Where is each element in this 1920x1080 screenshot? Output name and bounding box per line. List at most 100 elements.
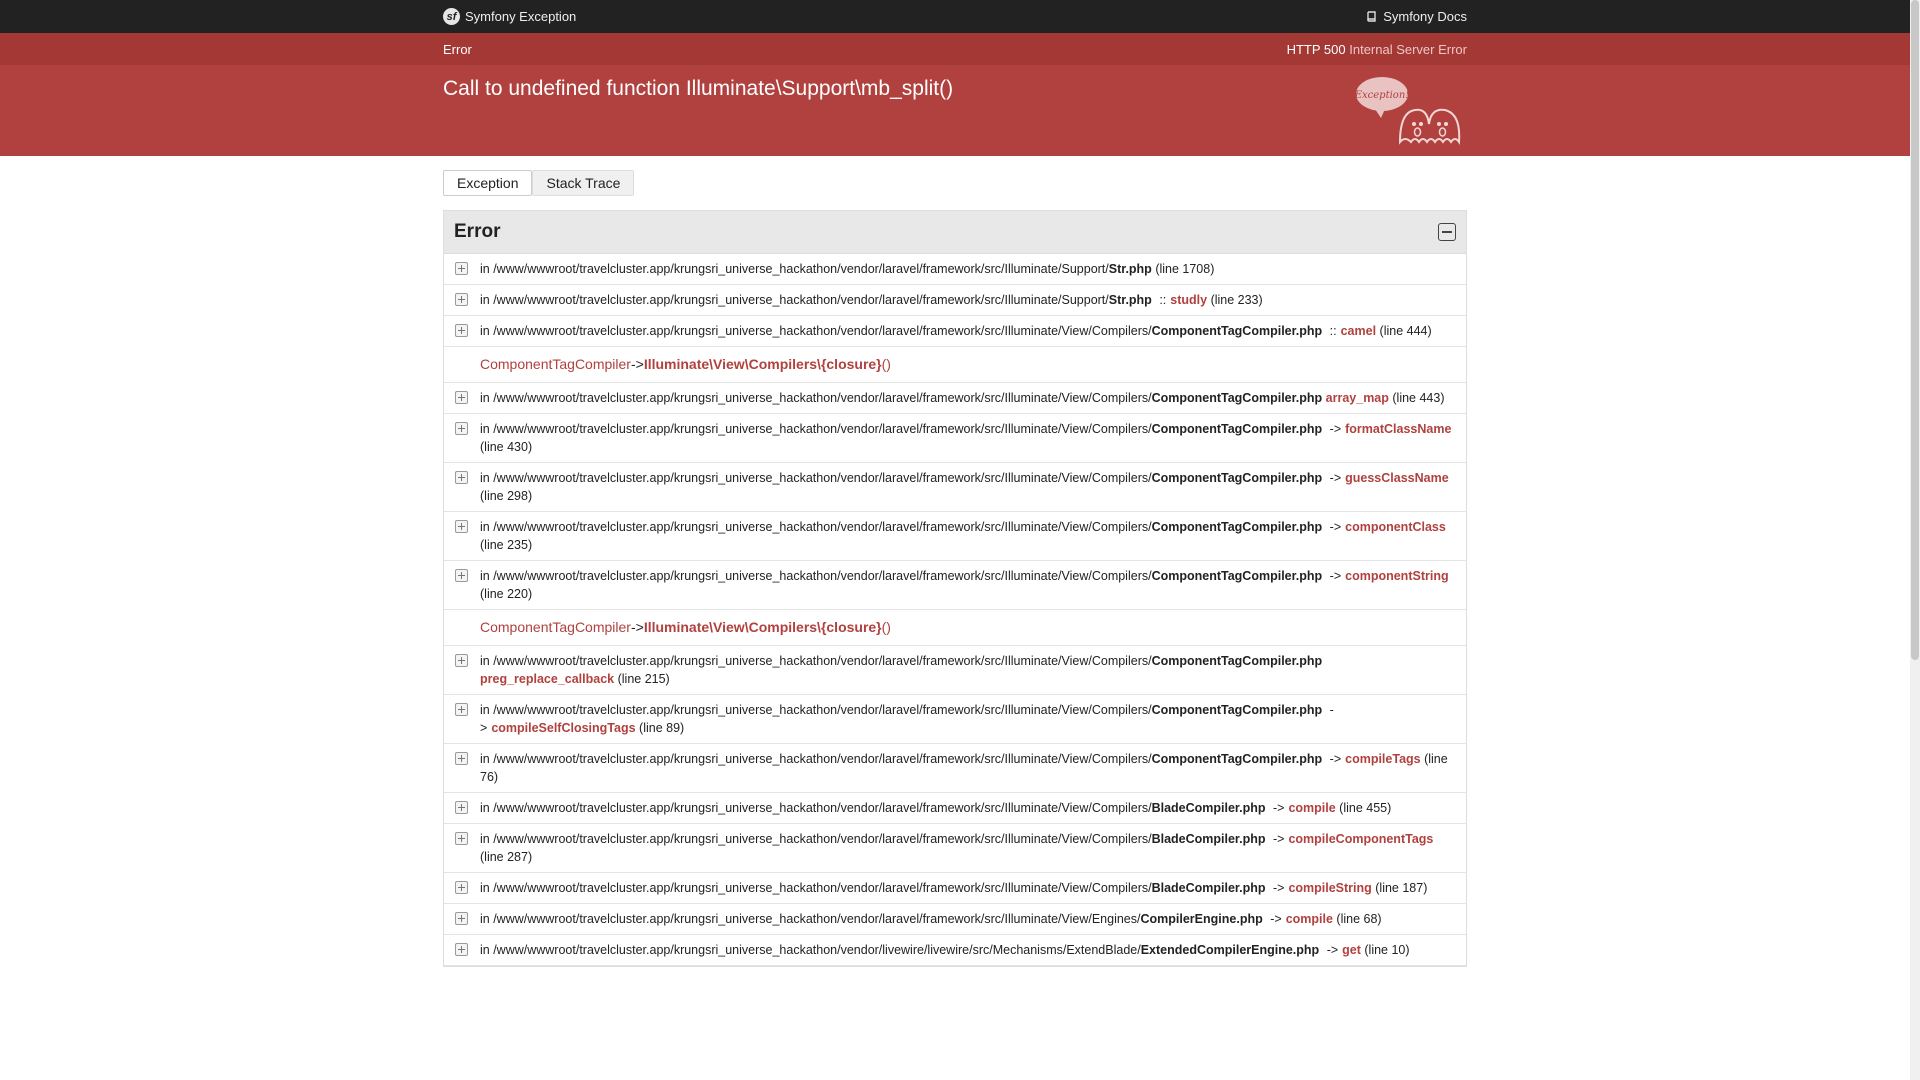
page-scrollbar[interactable] (1910, 0, 1920, 1080)
expand-icon[interactable] (455, 422, 468, 435)
file-path-base: in /www/wwwroot/travelcluster.app/krungs… (480, 422, 1062, 436)
trace-row: ComponentTagCompiler->Illuminate\View\Co… (444, 347, 1466, 383)
file-path-base: in /www/wwwroot/travelcluster.app/krungs… (480, 801, 1062, 815)
trace-row: in /www/wwwroot/travelcluster.app/krungs… (444, 646, 1466, 695)
function-name: compile (1288, 801, 1336, 815)
closure-class: ComponentTagCompiler (480, 356, 631, 372)
closure-args: () (881, 619, 891, 635)
file-name: Str.php (1108, 293, 1152, 307)
trace-panel: Error in /www/wwwroot/travelcluster.app/… (443, 210, 1467, 967)
trace-row: in /www/wwwroot/travelcluster.app/krungs… (444, 744, 1466, 793)
expand-icon[interactable] (455, 262, 468, 275)
function-name: array_map (1325, 391, 1389, 405)
trace-row: in /www/wwwroot/travelcluster.app/krungs… (444, 316, 1466, 347)
file-path-dir: View/Compilers/ (1061, 324, 1152, 338)
file-path-dir: Support/ (1061, 262, 1109, 276)
call-separator: -> (1329, 569, 1342, 583)
expand-icon[interactable] (455, 752, 468, 765)
trace-row: in /www/wwwroot/travelcluster.app/krungs… (444, 824, 1466, 873)
file-path-dir: View/Compilers/ (1061, 471, 1152, 485)
expand-icon[interactable] (455, 471, 468, 484)
file-path-dir: View/Compilers/ (1061, 881, 1152, 895)
expand-icon[interactable] (455, 832, 468, 845)
collapse-icon[interactable] (1438, 223, 1456, 241)
expand-icon[interactable] (455, 569, 468, 582)
expand-icon[interactable] (455, 943, 468, 956)
top-header: sf Symfony Exception Symfony Docs (0, 0, 1920, 33)
line-number: (line 443) (1392, 391, 1445, 405)
file-path-base: in /www/wwwroot/travelcluster.app/krungs… (480, 569, 1062, 583)
file-path-base: in /www/wwwroot/travelcluster.app/krungs… (480, 520, 1062, 534)
line-number: (line 220) (480, 587, 533, 601)
expand-icon[interactable] (455, 801, 468, 814)
call-separator: -> (1272, 801, 1285, 815)
symfony-logo-icon: sf (443, 8, 460, 25)
file-path-dir: View/Compilers/ (1061, 703, 1152, 717)
expand-icon[interactable] (455, 391, 468, 404)
scrollbar-thumb[interactable] (1911, 0, 1919, 660)
function-name: preg_replace_callback (480, 672, 615, 686)
line-number: (line 233) (1210, 293, 1263, 307)
file-path-base: in /www/wwwroot/travelcluster.app/krungs… (480, 832, 1062, 846)
line-number: (line 187) (1375, 881, 1428, 895)
trace-title: Error (454, 221, 501, 242)
function-name: get (1342, 943, 1361, 957)
file-path-base: in /www/wwwroot/travelcluster.app/krungs… (480, 703, 1062, 717)
trace-rows: in /www/wwwroot/travelcluster.app/krungs… (444, 254, 1466, 966)
file-path-dir: View/Engines/ (1061, 912, 1141, 926)
file-path: in /www/wwwroot/travelcluster.app/krungs… (480, 943, 1141, 957)
line-number: (line 455) (1339, 801, 1392, 815)
exception-summary: Error HTTP 500 Internal Server Error Cal… (0, 33, 1920, 156)
line-number: (line 89) (639, 721, 685, 735)
call-separator: :: (1329, 324, 1337, 338)
trace-row: in /www/wwwroot/travelcluster.app/krungs… (444, 383, 1466, 414)
tab-exception[interactable]: Exception (443, 170, 533, 196)
app-title[interactable]: sf Symfony Exception (443, 8, 576, 25)
line-number: (line 235) (480, 538, 533, 552)
trace-header: Error (444, 211, 1466, 254)
trace-row: in /www/wwwroot/travelcluster.app/krungs… (444, 254, 1466, 285)
file-path-dir: View/Compilers/ (1061, 832, 1152, 846)
call-separator: -> (1329, 752, 1342, 766)
file-name: ComponentTagCompiler.php (1151, 703, 1323, 717)
expand-icon[interactable] (455, 654, 468, 667)
trace-row: in /www/wwwroot/travelcluster.app/krungs… (444, 793, 1466, 824)
expand-icon[interactable] (455, 912, 468, 925)
expand-icon[interactable] (455, 520, 468, 533)
closure-args: () (881, 356, 891, 372)
http-status: HTTP 500 Internal Server Error (1287, 42, 1467, 57)
expand-icon[interactable] (455, 703, 468, 716)
file-name: ComponentTagCompiler.php (1151, 471, 1323, 485)
trace-row: in /www/wwwroot/travelcluster.app/krungs… (444, 512, 1466, 561)
call-separator: -> (1329, 520, 1342, 534)
call-separator: -> (1326, 943, 1339, 957)
trace-row: in /www/wwwroot/travelcluster.app/krungs… (444, 935, 1466, 966)
trace-row: in /www/wwwroot/travelcluster.app/krungs… (444, 561, 1466, 610)
file-name: ComponentTagCompiler.php (1151, 391, 1323, 405)
closure-function: Illuminate\View\Compilers\{closure} (643, 619, 882, 635)
function-name: formatClassName (1345, 422, 1452, 436)
trace-row: in /www/wwwroot/travelcluster.app/krungs… (444, 904, 1466, 935)
file-path-dir: Support/ (1061, 293, 1109, 307)
file-name: ComponentTagCompiler.php (1151, 520, 1323, 534)
docs-link[interactable]: Symfony Docs (1366, 9, 1467, 24)
line-number: (line 430) (480, 440, 533, 454)
expand-icon[interactable] (455, 881, 468, 894)
expand-icon[interactable] (455, 324, 468, 337)
tab-stack-trace[interactable]: Stack Trace (532, 170, 635, 196)
function-name: compile (1285, 912, 1333, 926)
exception-message: Call to undefined function Illuminate\Su… (443, 77, 954, 100)
call-separator: -> (1272, 832, 1285, 846)
file-name: BladeCompiler.php (1151, 801, 1266, 815)
file-path-base: in /www/wwwroot/travelcluster.app/krungs… (480, 752, 1062, 766)
closure-class: ComponentTagCompiler (480, 619, 631, 635)
function-name: compileString (1288, 881, 1372, 895)
file-path-base: in /www/wwwroot/travelcluster.app/krungs… (480, 324, 1062, 338)
closure-arrow: -> (630, 356, 644, 372)
ghost-speech-text: Exception! (1355, 90, 1409, 101)
file-name: Str.php (1108, 262, 1152, 276)
expand-icon[interactable] (455, 293, 468, 306)
line-number: (line 444) (1379, 324, 1432, 338)
call-separator: -> (1329, 471, 1342, 485)
trace-row: ComponentTagCompiler->Illuminate\View\Co… (444, 610, 1466, 646)
